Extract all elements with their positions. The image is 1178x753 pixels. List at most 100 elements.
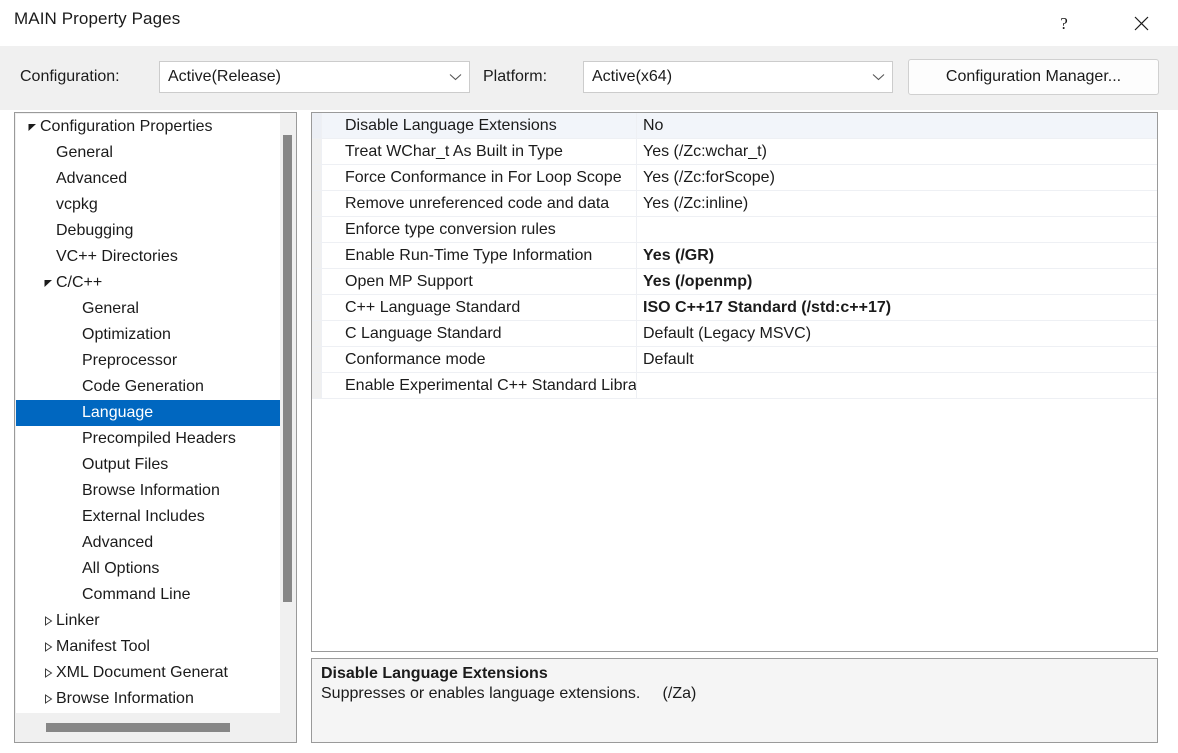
tree-item-preprocessor[interactable]: Preprocessor: [16, 348, 282, 374]
tree-horizontal-scrollbar[interactable]: [16, 713, 296, 741]
triangle-right-icon[interactable]: [40, 668, 56, 678]
property-value[interactable]: Default (Legacy MSVC): [637, 321, 1157, 346]
property-value[interactable]: Yes (/GR): [637, 243, 1157, 268]
property-value[interactable]: [637, 373, 1157, 398]
property-row[interactable]: Enable Run-Time Type Information Yes (/GR…: [312, 243, 1157, 269]
tree-item-label: vcpkg: [56, 196, 98, 213]
tree-item-optimization[interactable]: Optimization: [16, 322, 282, 348]
tree-item-all-options[interactable]: All Options: [16, 556, 282, 582]
tree-item-label: External Includes: [82, 508, 205, 525]
tree-item-label: General: [56, 144, 113, 161]
question-mark-icon: ?: [1060, 13, 1068, 33]
property-name: Enforce type conversion rules: [322, 217, 637, 242]
tree-item-label: Command Line: [82, 586, 191, 603]
property-value[interactable]: No: [637, 113, 1157, 138]
property-pages-tree: Configuration Properties General Advanced v…: [14, 112, 297, 743]
tree-item-c-c[interactable]: C/C++: [16, 270, 282, 296]
tree-item-command-line[interactable]: Command Line: [16, 582, 282, 608]
tree-horizontal-scrollbar-thumb[interactable]: [46, 723, 230, 732]
property-row[interactable]: C Language Standard Default (Legacy MSVC): [312, 321, 1157, 347]
property-row[interactable]: Remove unreferenced code and data Yes (/Z…: [312, 191, 1157, 217]
tree-item-label: Browse Information: [82, 482, 220, 499]
property-name: Conformance mode: [322, 347, 637, 372]
configuration-dropdown[interactable]: Active(Release): [159, 61, 470, 93]
property-value[interactable]: Default: [637, 347, 1157, 372]
chevron-down-icon: [441, 73, 469, 81]
property-row-gutter: [312, 347, 322, 372]
triangle-right-icon[interactable]: [40, 616, 56, 626]
description-title: Disable Language Extensions: [321, 665, 548, 682]
tree-item-label: Precompiled Headers: [82, 430, 236, 447]
description-text: Suppresses or enables language extension…: [321, 685, 697, 702]
property-row-gutter: [312, 295, 322, 320]
property-value[interactable]: Yes (/Zc:wchar_t): [637, 139, 1157, 164]
property-row[interactable]: Enforce type conversion rules: [312, 217, 1157, 243]
property-value[interactable]: Yes (/openmp): [637, 269, 1157, 294]
tree-item-precompiled-headers[interactable]: Precompiled Headers: [16, 426, 282, 452]
property-value[interactable]: Yes (/Zc:inline): [637, 191, 1157, 216]
property-row[interactable]: Conformance mode Default: [312, 347, 1157, 373]
tree-item-label: Browse Information: [56, 690, 194, 707]
platform-dropdown[interactable]: Active(x64): [583, 61, 893, 93]
configuration-manager-button[interactable]: Configuration Manager...: [908, 59, 1159, 95]
tree-item-label: XML Document Generat: [56, 664, 228, 681]
property-name: Treat WChar_t As Built in Type: [322, 139, 637, 164]
property-row[interactable]: Disable Language Extensions No: [312, 113, 1157, 139]
property-name: Open MP Support: [322, 269, 637, 294]
tree-item-label: Output Files: [82, 456, 169, 473]
property-row-gutter: [312, 217, 322, 242]
triangle-down-icon[interactable]: [24, 123, 40, 132]
property-name: Remove unreferenced code and data: [322, 191, 637, 216]
property-name: Enable Experimental C++ Standard Library…: [322, 373, 637, 398]
window-title: MAIN Property Pages: [14, 9, 181, 28]
property-row-gutter: [312, 373, 322, 398]
triangle-right-icon[interactable]: [40, 642, 56, 652]
tree-item-configuration-properties[interactable]: Configuration Properties: [16, 114, 282, 140]
triangle-right-icon[interactable]: [40, 694, 56, 704]
tree-item-browse-information[interactable]: Browse Information: [16, 686, 282, 712]
property-row-gutter: [312, 243, 322, 268]
tree-item-label: Manifest Tool: [56, 638, 150, 655]
tree-item-advanced[interactable]: Advanced: [16, 166, 282, 192]
tree-item-linker[interactable]: Linker: [16, 608, 282, 634]
tree-item-general[interactable]: General: [16, 296, 282, 322]
tree-item-vc-directories[interactable]: VC++ Directories: [16, 244, 282, 270]
tree-item-debugging[interactable]: Debugging: [16, 218, 282, 244]
property-grid[interactable]: Disable Language Extensions No Treat WChar…: [311, 112, 1158, 652]
tree-item-browse-information[interactable]: Browse Information: [16, 478, 282, 504]
tree-viewport[interactable]: Configuration Properties General Advanced v…: [16, 114, 282, 714]
tree-item-output-files[interactable]: Output Files: [16, 452, 282, 478]
property-row[interactable]: Force Conformance in For Loop Scope Yes (…: [312, 165, 1157, 191]
tree-item-external-includes[interactable]: External Includes: [16, 504, 282, 530]
tree-item-code-generation[interactable]: Code Generation: [16, 374, 282, 400]
property-name: C++ Language Standard: [322, 295, 637, 320]
help-button[interactable]: ?: [1041, 0, 1087, 46]
tree-item-manifest-tool[interactable]: Manifest Tool: [16, 634, 282, 660]
property-row-gutter: [312, 321, 322, 346]
tree-item-label: Advanced: [82, 534, 154, 551]
chevron-down-icon: [864, 73, 892, 81]
tree-item-general[interactable]: General: [16, 140, 282, 166]
property-row-gutter: [312, 191, 322, 216]
tree-item-label: All Options: [82, 560, 160, 577]
property-value[interactable]: Yes (/Zc:forScope): [637, 165, 1157, 190]
property-value[interactable]: [637, 217, 1157, 242]
triangle-down-icon[interactable]: [40, 279, 56, 288]
property-value[interactable]: ISO C++17 Standard (/std:c++17): [637, 295, 1157, 320]
tree-item-label: General: [82, 300, 139, 317]
property-row[interactable]: C++ Language Standard ISO C++17 Standard …: [312, 295, 1157, 321]
property-row[interactable]: Open MP Support Yes (/openmp): [312, 269, 1157, 295]
tree-item-label: Advanced: [56, 170, 128, 187]
property-row[interactable]: Treat WChar_t As Built in Type Yes (/Zc:w…: [312, 139, 1157, 165]
property-row-gutter: [312, 269, 322, 294]
tree-item-language[interactable]: Language: [16, 400, 282, 426]
tree-item-advanced[interactable]: Advanced: [16, 530, 282, 556]
tree-item-label: Debugging: [56, 222, 134, 239]
close-button[interactable]: [1118, 0, 1164, 46]
tree-item-vcpkg[interactable]: vcpkg: [16, 192, 282, 218]
tree-item-label: Preprocessor: [82, 352, 178, 369]
tree-vertical-scrollbar-thumb[interactable]: [283, 135, 292, 602]
property-row[interactable]: Enable Experimental C++ Standard Library…: [312, 373, 1157, 399]
tree-vertical-scrollbar[interactable]: [280, 114, 294, 714]
tree-item-xml-document-generat[interactable]: XML Document Generat: [16, 660, 282, 686]
